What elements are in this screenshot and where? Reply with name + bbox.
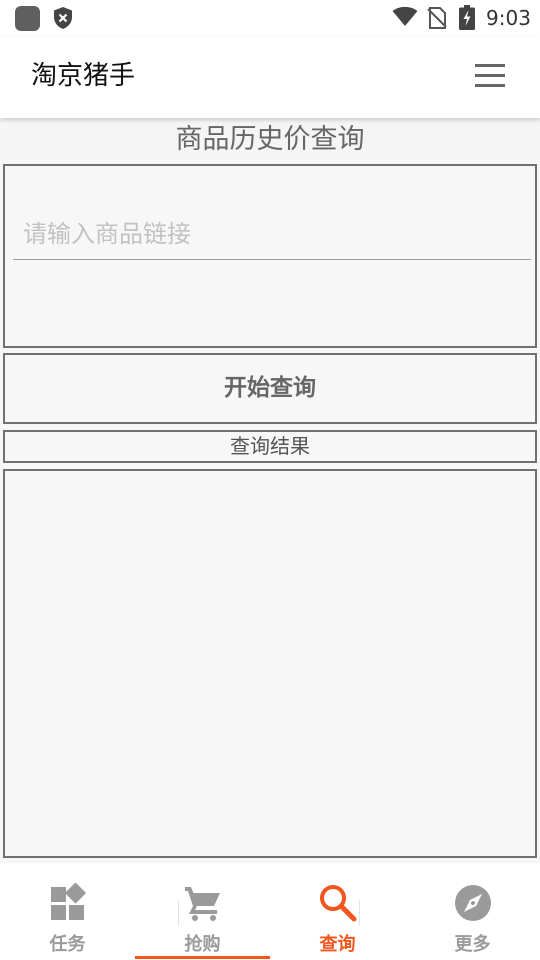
app-notification-icon <box>15 6 40 31</box>
app-title: 淘京猪手 <box>31 61 136 91</box>
product-link-input[interactable] <box>13 208 531 260</box>
results-area <box>3 469 537 858</box>
search-icon <box>319 885 356 922</box>
shield-icon <box>54 7 72 29</box>
compass-icon <box>454 885 491 921</box>
cart-icon <box>184 887 220 921</box>
no-sim-icon <box>427 7 447 29</box>
battery-charging-icon <box>459 5 475 30</box>
active-tab-indicator <box>135 956 270 959</box>
status-time: 9:03 <box>486 6 531 30</box>
dashboard-icon <box>50 883 86 920</box>
nav-item-more[interactable]: 更多 <box>405 863 540 960</box>
nav-label: 更多 <box>454 934 491 955</box>
menu-icon <box>475 64 505 67</box>
nav-label: 查询 <box>319 934 356 955</box>
app-bar: 淘京猪手 <box>0 36 540 118</box>
status-bar: 9:03 <box>0 0 540 36</box>
link-input-panel <box>3 164 537 348</box>
nav-item-tasks[interactable]: 任务 <box>0 863 135 960</box>
nav-label: 任务 <box>49 934 86 955</box>
nav-item-query[interactable]: 查询 <box>270 863 405 960</box>
page-title: 商品历史价查询 <box>0 120 540 160</box>
wifi-icon <box>392 7 418 26</box>
menu-button[interactable] <box>470 58 510 94</box>
bottom-nav: 任务 抢购 查询 更多 <box>0 863 540 960</box>
start-query-button[interactable]: 开始查询 <box>3 353 537 424</box>
results-label: 查询结果 <box>3 430 537 463</box>
nav-label: 抢购 <box>184 934 221 955</box>
nav-item-flash-sale[interactable]: 抢购 <box>135 863 270 960</box>
